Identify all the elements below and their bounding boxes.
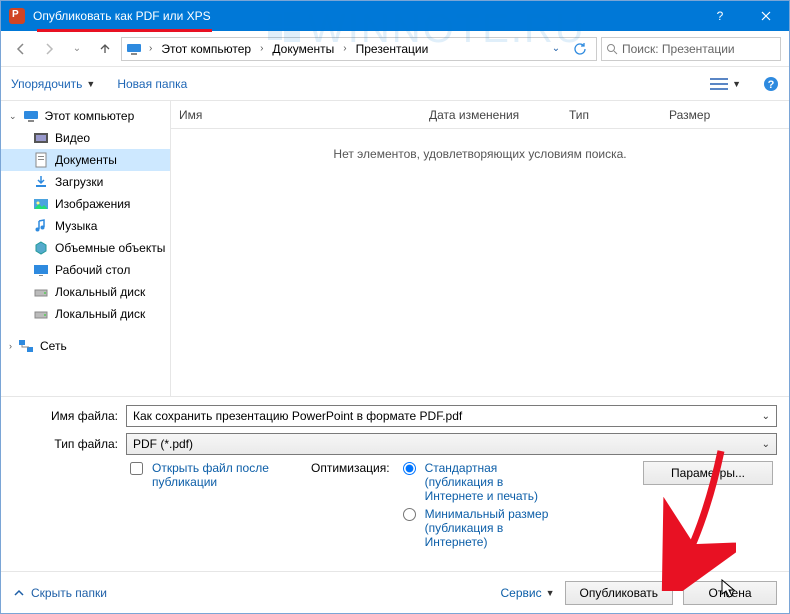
sidebar-item-desktop[interactable]: Рабочий стол	[1, 259, 170, 281]
body: ⌄ Этот компьютер Видео Документы Загрузк…	[1, 101, 789, 396]
address-bar[interactable]: › Этот компьютер › Документы › Презентац…	[121, 37, 597, 61]
drive-icon	[33, 306, 49, 322]
sidebar-network[interactable]: › Сеть	[1, 335, 170, 357]
hide-folders-button[interactable]: Скрыть папки	[13, 586, 107, 600]
footer: Скрыть папки Сервис ▼ Опубликовать Отмен…	[1, 571, 789, 613]
chevron-right-icon: ›	[148, 43, 153, 54]
content: Имя Дата изменения Тип Размер Нет элемен…	[171, 101, 789, 396]
document-icon	[33, 152, 49, 168]
chevron-down-icon: ⌄	[762, 411, 770, 422]
sidebar-item-music[interactable]: Музыка	[1, 215, 170, 237]
organize-menu[interactable]: Упорядочить ▼	[11, 77, 95, 91]
filename-label: Имя файла:	[13, 409, 118, 423]
search-input[interactable]: Поиск: Презентации	[601, 37, 781, 61]
new-folder-button[interactable]: Новая папка	[117, 77, 187, 91]
back-button[interactable]	[9, 37, 33, 61]
search-placeholder: Поиск: Презентации	[622, 42, 735, 56]
sidebar-item-video[interactable]: Видео	[1, 127, 170, 149]
title-bar: Опубликовать как PDF или XPS ?	[1, 1, 789, 31]
view-button[interactable]: ▼	[710, 77, 741, 91]
image-icon	[33, 196, 49, 212]
chevron-right-icon: ›	[342, 43, 347, 54]
col-modified[interactable]: Дата изменения	[421, 108, 561, 122]
breadcrumb-item[interactable]: Этот компьютер	[159, 42, 253, 56]
nav-row: ⌄ › Этот компьютер › Документы › Презент…	[1, 31, 789, 67]
sidebar-root[interactable]: ⌄ Этот компьютер	[1, 105, 170, 127]
open-after-checkbox[interactable]: Открыть файл после публикации	[126, 461, 281, 489]
col-name[interactable]: Имя	[171, 108, 421, 122]
music-icon	[33, 218, 49, 234]
sidebar-item-downloads[interactable]: Загрузки	[1, 171, 170, 193]
filetype-select[interactable]: PDF (*.pdf) ⌄	[126, 433, 777, 455]
pc-icon	[23, 108, 39, 124]
search-icon	[606, 43, 618, 55]
filename-input[interactable]: Как сохранить презентацию PowerPoint в ф…	[126, 405, 777, 427]
help-button[interactable]: ?	[697, 1, 743, 31]
column-headers: Имя Дата изменения Тип Размер	[171, 101, 789, 129]
network-icon	[18, 338, 34, 354]
sidebar-item-documents[interactable]: Документы	[1, 149, 170, 171]
recent-button[interactable]: ⌄	[65, 37, 89, 61]
sidebar: ⌄ Этот компьютер Видео Документы Загрузк…	[1, 101, 171, 396]
radio-minimal[interactable]: Минимальный размер (публикация в Интерне…	[398, 507, 563, 549]
sidebar-item-drive[interactable]: Локальный диск	[1, 303, 170, 325]
chevron-right-icon: ›	[259, 43, 264, 54]
empty-message: Нет элементов, удовлетворяющих условиям …	[171, 129, 789, 161]
service-menu[interactable]: Сервис ▼	[501, 586, 555, 600]
video-icon	[33, 130, 49, 146]
bottom-panel: Имя файла: Как сохранить презентацию Pow…	[1, 396, 789, 553]
filetype-label: Тип файла:	[13, 437, 118, 451]
publish-button[interactable]: Опубликовать	[565, 581, 673, 605]
close-button[interactable]	[743, 1, 789, 31]
title-underline	[37, 29, 212, 32]
cube-icon	[33, 240, 49, 256]
svg-text:?: ?	[768, 79, 775, 91]
radio-standard[interactable]: Стандартная (публикация в Интернете и пе…	[398, 461, 563, 503]
toolbar: Упорядочить ▼ Новая папка ▼ ?	[1, 67, 789, 101]
help-icon[interactable]: ?	[763, 76, 779, 92]
chevron-up-icon	[13, 587, 25, 599]
cursor-icon	[721, 579, 737, 599]
powerpoint-icon	[9, 8, 25, 24]
up-button[interactable]	[93, 37, 117, 61]
drive-icon	[33, 284, 49, 300]
optimization-label: Оптимизация:	[311, 461, 390, 475]
dialog-window: Опубликовать как PDF или XPS ? WINNOTE.R…	[0, 0, 790, 614]
params-button[interactable]: Параметры...	[643, 461, 773, 485]
refresh-button[interactable]	[568, 37, 592, 61]
col-type[interactable]: Тип	[561, 108, 661, 122]
breadcrumb-item[interactable]: Документы	[270, 42, 336, 56]
sidebar-item-drive[interactable]: Локальный диск	[1, 281, 170, 303]
sidebar-item-pictures[interactable]: Изображения	[1, 193, 170, 215]
chevron-down-icon: ⌄	[762, 439, 770, 450]
address-dropdown[interactable]: ⌄	[544, 37, 568, 61]
desktop-icon	[33, 262, 49, 278]
col-size[interactable]: Размер	[661, 108, 741, 122]
breadcrumb-item[interactable]: Презентации	[354, 42, 431, 56]
forward-button[interactable]	[37, 37, 61, 61]
window-title: Опубликовать как PDF или XPS	[33, 9, 697, 23]
pc-icon	[126, 41, 142, 57]
sidebar-item-3d[interactable]: Объемные объекты	[1, 237, 170, 259]
download-icon	[33, 174, 49, 190]
checkbox[interactable]	[130, 462, 143, 475]
